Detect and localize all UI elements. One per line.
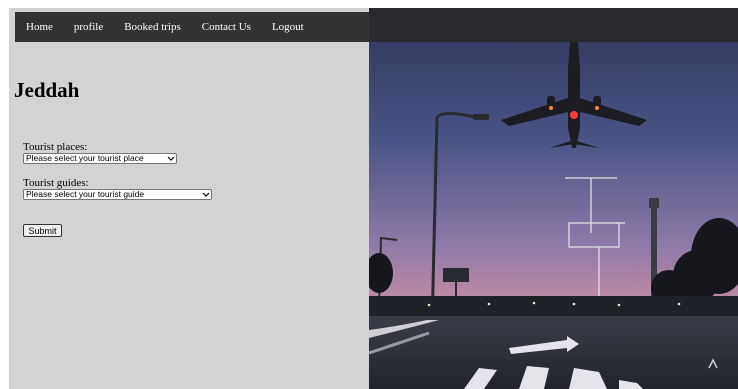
submit-button[interactable]: Submit xyxy=(23,224,62,237)
nav-profile[interactable]: profile xyxy=(74,21,103,33)
top-navbar: Home profile Booked trips Contact Us Log… xyxy=(15,12,369,42)
tourist-guides-label: Tourist guides: xyxy=(23,177,89,189)
nav-logout[interactable]: Logout xyxy=(272,21,304,33)
nav-contact-us[interactable]: Contact Us xyxy=(202,21,251,33)
tourist-places-label: Tourist places: xyxy=(23,141,88,153)
chevron-down-icon xyxy=(201,189,211,200)
tourist-place-selected-value: Please select your tourist place xyxy=(26,153,144,163)
nav-home[interactable]: Home xyxy=(26,21,53,33)
tourist-guide-selected-value: Please select your tourist guide xyxy=(26,189,145,199)
tourist-guide-select[interactable]: Please select your tourist guide xyxy=(23,189,212,200)
tourist-place-select[interactable]: Please select your tourist place xyxy=(23,153,177,164)
nav-booked-trips[interactable]: Booked trips xyxy=(124,21,181,33)
airplane-landing-photo xyxy=(369,8,738,389)
chevron-down-icon xyxy=(166,153,176,164)
page-title: Jeddah xyxy=(14,78,80,102)
